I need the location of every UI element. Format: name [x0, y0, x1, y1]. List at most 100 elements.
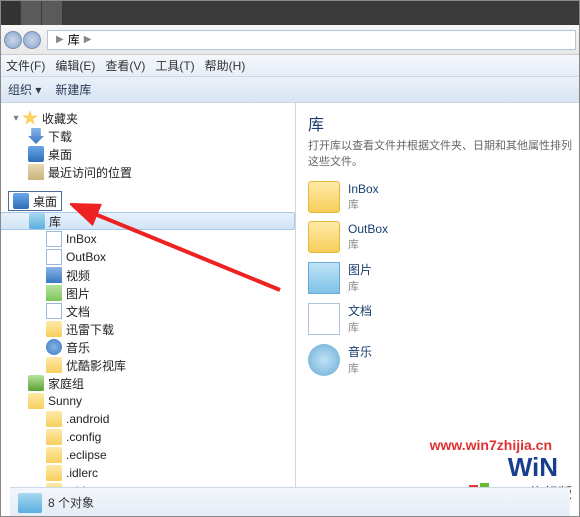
browser-tab[interactable]: [42, 0, 62, 25]
tree-label: 最近访问的位置: [48, 164, 132, 181]
doc-icon: [308, 303, 340, 335]
folder-icon: [46, 465, 62, 481]
item-name: 图片: [348, 261, 372, 278]
tree-item[interactable]: .android: [0, 410, 295, 428]
tree-item[interactable]: 迅雷下载: [0, 320, 295, 338]
library-icon: [29, 213, 45, 229]
folder-icon: [46, 429, 62, 445]
content-pane: 库 打开库以查看文件并根据文件夹、日期和其他属性排列这些文件。 InBox库 O…: [296, 103, 580, 493]
menu-help[interactable]: 帮助(H): [205, 57, 246, 74]
folder-icon: [46, 357, 62, 373]
doc-icon: [46, 303, 62, 319]
address-bar[interactable]: ▶ 库 ▶: [47, 30, 576, 50]
tree-label: InBox: [66, 232, 97, 246]
tree-item[interactable]: 文档: [0, 302, 295, 320]
organize-button[interactable]: 组织 ▾: [8, 81, 41, 98]
collapse-icon[interactable]: ▾: [10, 113, 22, 124]
status-text: 8 个对象: [48, 494, 94, 511]
item-name: InBox: [348, 182, 379, 196]
tree-label: 收藏夹: [42, 110, 78, 127]
tree-label: 家庭组: [48, 375, 84, 392]
folder-icon: [46, 411, 62, 427]
item-name: OutBox: [348, 222, 388, 236]
download-icon: [28, 128, 44, 144]
music-icon: [308, 344, 340, 376]
organize-toolbar: 组织 ▾ 新建库: [0, 77, 580, 103]
library-grid: InBox库 OutBox库 图片库 文档库 音乐库: [308, 181, 572, 376]
item-kind: 库: [348, 319, 372, 335]
explorer-nav-row: ▶ 库 ▶: [0, 25, 580, 55]
browser-tab[interactable]: [21, 0, 41, 25]
video-icon: [46, 267, 62, 283]
tree-item-desktop[interactable]: 桌面: [0, 145, 295, 163]
menu-bar: 文件(F) 编辑(E) 查看(V) 工具(T) 帮助(H): [0, 55, 580, 77]
browser-tab[interactable]: [0, 0, 20, 25]
tree-item[interactable]: InBox: [0, 230, 295, 248]
new-library-button[interactable]: 新建库: [55, 81, 91, 98]
library-item-inbox[interactable]: InBox库: [308, 181, 458, 213]
tree-item[interactable]: 优酷影视库: [0, 356, 295, 374]
tree-item[interactable]: 图片: [0, 284, 295, 302]
watermark-logo: WiN: [508, 452, 558, 483]
tree-item-recent[interactable]: 最近访问的位置: [0, 163, 295, 181]
library-item-outbox[interactable]: OutBox库: [308, 221, 458, 253]
tree-homegroup[interactable]: 家庭组: [0, 374, 295, 392]
forward-button[interactable]: [23, 31, 41, 49]
item-kind: 库: [348, 278, 372, 294]
tree-item[interactable]: .config: [0, 428, 295, 446]
picture-icon: [46, 285, 62, 301]
library-item-music[interactable]: 音乐库: [308, 343, 458, 376]
tree-label: 文档: [66, 303, 90, 320]
desktop-icon: [28, 146, 44, 162]
picture-icon: [308, 262, 340, 294]
tree-item[interactable]: 音乐: [0, 338, 295, 356]
tree-label: 桌面: [48, 146, 72, 163]
nav-tree[interactable]: ▾ 收藏夹 下载 桌面 最近访问的位置 桌面: [0, 103, 296, 493]
music-icon: [46, 339, 62, 355]
page-title: 库: [308, 111, 572, 135]
homegroup-icon: [28, 375, 44, 391]
item-kind: 库: [348, 236, 388, 252]
tree-label: 下载: [48, 128, 72, 145]
item-name: 音乐: [348, 343, 372, 360]
tree-desktop-boxed[interactable]: 桌面: [8, 191, 62, 211]
desktop-icon: [13, 193, 29, 209]
menu-tools[interactable]: 工具(T): [155, 57, 194, 74]
back-button[interactable]: [4, 31, 22, 49]
tree-label: .android: [66, 412, 109, 426]
tree-item-downloads[interactable]: 下载: [0, 127, 295, 145]
page-subtitle: 打开库以查看文件并根据文件夹、日期和其他属性排列这些文件。: [308, 137, 572, 169]
tree-item[interactable]: 视频: [0, 266, 295, 284]
library-item-pictures[interactable]: 图片库: [308, 261, 458, 294]
tree-label: OutBox: [66, 250, 106, 264]
watermark-url: www.win7zhijia.cn: [430, 437, 552, 453]
tree-label: .idlerc: [66, 466, 98, 480]
tree-favorites[interactable]: ▾ 收藏夹: [0, 109, 295, 127]
item-name: 文档: [348, 302, 372, 319]
folder-icon: [46, 321, 62, 337]
menu-view[interactable]: 查看(V): [105, 57, 145, 74]
chevron-right-icon[interactable]: ▶: [84, 34, 92, 45]
menu-file[interactable]: 文件(F): [6, 57, 45, 74]
item-kind: 库: [348, 360, 372, 376]
library-item-documents[interactable]: 文档库: [308, 302, 458, 335]
user-icon: [28, 393, 44, 409]
tree-item[interactable]: .idlerc: [0, 464, 295, 482]
breadcrumb[interactable]: 库: [68, 31, 80, 48]
folder-icon: [308, 181, 340, 213]
tree-item[interactable]: OutBox: [0, 248, 295, 266]
status-bar: 8 个对象: [10, 487, 570, 517]
tree-label: 视频: [66, 267, 90, 284]
tree-label: 音乐: [66, 339, 90, 356]
recent-icon: [28, 164, 44, 180]
chevron-right-icon: ▶: [56, 34, 64, 45]
menu-edit[interactable]: 编辑(E): [55, 57, 95, 74]
tree-library[interactable]: 库: [0, 212, 295, 230]
tree-item[interactable]: .eclipse: [0, 446, 295, 464]
star-icon: [22, 110, 38, 126]
tree-user[interactable]: Sunny: [0, 392, 295, 410]
browser-tab-strip: [0, 0, 580, 25]
library-icon: [18, 493, 42, 513]
doc-icon: [46, 231, 62, 247]
tree-label: .config: [66, 430, 101, 444]
